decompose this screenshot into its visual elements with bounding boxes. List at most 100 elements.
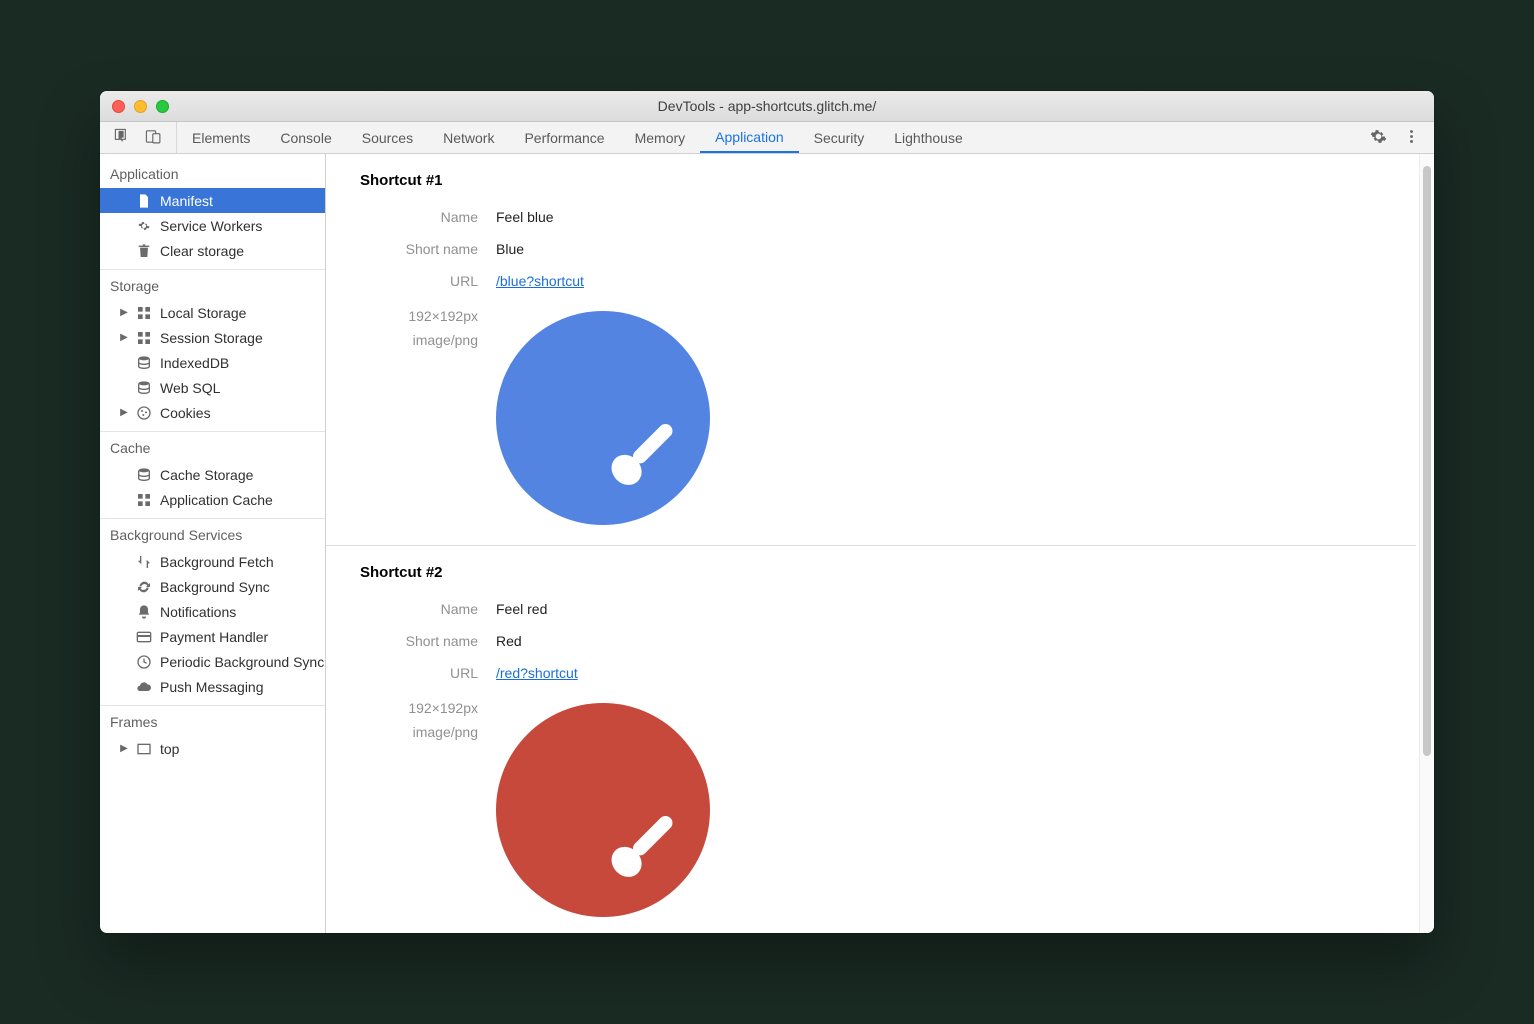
shortcut-icon-preview bbox=[496, 311, 710, 525]
shortcut-section: Shortcut #1NameFeel blueShort nameBlueUR… bbox=[326, 154, 1416, 546]
card-icon bbox=[136, 629, 152, 645]
panel-tabs: ElementsConsoleSourcesNetworkPerformance… bbox=[100, 122, 1434, 154]
icon-mime: image/png bbox=[326, 329, 478, 353]
tab-application[interactable]: Application bbox=[700, 122, 799, 153]
maximize-window-button[interactable] bbox=[156, 100, 169, 113]
sidebar-item-label: Local Storage bbox=[160, 305, 246, 321]
scrollbar[interactable] bbox=[1419, 154, 1434, 933]
more-icon[interactable] bbox=[1403, 128, 1420, 148]
cloud-icon bbox=[136, 679, 152, 695]
close-window-button[interactable] bbox=[112, 100, 125, 113]
toolbar-right bbox=[1356, 122, 1434, 153]
sidebar-item-label: Clear storage bbox=[160, 243, 244, 259]
tab-network[interactable]: Network bbox=[428, 122, 509, 153]
sidebar-item-service-workers[interactable]: ▶Service Workers bbox=[100, 213, 325, 238]
sidebar-item-clear-storage[interactable]: ▶Clear storage bbox=[100, 238, 325, 263]
sidebar-item-label: Periodic Background Sync bbox=[160, 654, 324, 670]
sidebar-item-label: Background Sync bbox=[160, 579, 270, 595]
sidebar-group-frames: Frames bbox=[100, 706, 325, 736]
settings-icon[interactable] bbox=[1370, 128, 1387, 148]
sidebar-item-label: Session Storage bbox=[160, 330, 263, 346]
label-url: URL bbox=[326, 273, 496, 289]
sidebar-item-label: Push Messaging bbox=[160, 679, 264, 695]
clock-icon bbox=[136, 654, 152, 670]
sidebar-item-label: Service Workers bbox=[160, 218, 262, 234]
shortcut-icon-preview bbox=[496, 703, 710, 917]
sidebar-group-application: Application bbox=[100, 154, 325, 188]
tab-console[interactable]: Console bbox=[265, 122, 346, 153]
expand-arrow-icon[interactable]: ▶ bbox=[120, 743, 128, 754]
fetch-icon bbox=[136, 554, 152, 570]
device-toggle-icon[interactable] bbox=[145, 128, 162, 148]
shortcut-heading: Shortcut #2 bbox=[326, 546, 1416, 595]
tab-sources[interactable]: Sources bbox=[347, 122, 428, 153]
sidebar-item-cookies[interactable]: ▶ Cookies bbox=[100, 400, 325, 425]
sidebar-item-background-fetch[interactable]: ▶Background Fetch bbox=[100, 549, 325, 574]
sidebar-item-periodic-background-sync[interactable]: ▶Periodic Background Sync bbox=[100, 649, 325, 674]
sidebar-item-local-storage[interactable]: ▶ Local Storage bbox=[100, 300, 325, 325]
sync-icon bbox=[136, 579, 152, 595]
sidebar-item-label: Payment Handler bbox=[160, 629, 268, 645]
sidebar-item-label: Notifications bbox=[160, 604, 236, 620]
main-content: Shortcut #1NameFeel blueShort nameBlueUR… bbox=[326, 154, 1434, 933]
window-title: DevTools - app-shortcuts.glitch.me/ bbox=[100, 98, 1434, 114]
expand-arrow-icon[interactable]: ▶ bbox=[120, 332, 128, 343]
sidebar-item-top[interactable]: ▶top bbox=[100, 736, 325, 761]
value-url-link[interactable]: /red?shortcut bbox=[496, 665, 578, 681]
sidebar-item-web-sql[interactable]: ▶Web SQL bbox=[100, 375, 325, 400]
inspect-element-icon[interactable] bbox=[114, 128, 131, 148]
tab-security[interactable]: Security bbox=[799, 122, 880, 153]
sidebar-item-push-messaging[interactable]: ▶Push Messaging bbox=[100, 674, 325, 699]
sidebar-item-session-storage[interactable]: ▶ Session Storage bbox=[100, 325, 325, 350]
sidebar-group-storage: Storage bbox=[100, 270, 325, 300]
database-icon bbox=[136, 380, 152, 396]
cookie-icon bbox=[136, 405, 152, 421]
gear-icon bbox=[136, 218, 152, 234]
label-short-name: Short name bbox=[326, 241, 496, 257]
sidebar-item-payment-handler[interactable]: ▶Payment Handler bbox=[100, 624, 325, 649]
label-short-name: Short name bbox=[326, 633, 496, 649]
expand-arrow-icon[interactable]: ▶ bbox=[120, 307, 128, 318]
sidebar-item-label: Application Cache bbox=[160, 492, 273, 508]
grid-icon bbox=[136, 492, 152, 508]
tab-elements[interactable]: Elements bbox=[177, 122, 265, 153]
value-short-name: Red bbox=[496, 633, 522, 649]
expand-arrow-icon[interactable]: ▶ bbox=[120, 407, 128, 418]
sidebar-item-label: Cache Storage bbox=[160, 467, 253, 483]
shortcut-heading: Shortcut #1 bbox=[326, 154, 1416, 203]
grid-icon bbox=[136, 330, 152, 346]
database-icon bbox=[136, 467, 152, 483]
sidebar-item-application-cache[interactable]: ▶Application Cache bbox=[100, 487, 325, 512]
shortcut-section: Shortcut #2 NameFeel redShort nameRedURL/… bbox=[326, 546, 1416, 917]
sidebar-item-background-sync[interactable]: ▶Background Sync bbox=[100, 574, 325, 599]
tab-performance[interactable]: Performance bbox=[509, 122, 619, 153]
sidebar-item-label: Background Fetch bbox=[160, 554, 274, 570]
icon-mime: image/png bbox=[326, 721, 478, 745]
tab-memory[interactable]: Memory bbox=[620, 122, 701, 153]
sidebar-item-manifest[interactable]: ▶Manifest bbox=[100, 188, 325, 213]
toolbar-left bbox=[100, 122, 177, 153]
value-name: Feel red bbox=[496, 601, 547, 617]
devtools-window: DevTools - app-shortcuts.glitch.me/ Elem… bbox=[100, 91, 1434, 933]
sidebar-group-cache: Cache bbox=[100, 432, 325, 462]
file-icon bbox=[136, 193, 152, 209]
titlebar: DevTools - app-shortcuts.glitch.me/ bbox=[100, 91, 1434, 122]
sidebar-item-notifications[interactable]: ▶Notifications bbox=[100, 599, 325, 624]
value-name: Feel blue bbox=[496, 209, 554, 225]
minimize-window-button[interactable] bbox=[134, 100, 147, 113]
sidebar-item-label: Manifest bbox=[160, 193, 213, 209]
sidebar-item-label: Web SQL bbox=[160, 380, 220, 396]
sidebar: Application▶Manifest▶Service Workers▶Cle… bbox=[100, 154, 326, 933]
sidebar-item-cache-storage[interactable]: ▶Cache Storage bbox=[100, 462, 325, 487]
tab-lighthouse[interactable]: Lighthouse bbox=[879, 122, 978, 153]
value-url-link[interactable]: /blue?shortcut bbox=[496, 273, 584, 289]
value-short-name: Blue bbox=[496, 241, 524, 257]
bell-icon bbox=[136, 604, 152, 620]
trash-icon bbox=[136, 243, 152, 259]
sidebar-item-indexeddb[interactable]: ▶IndexedDB bbox=[100, 350, 325, 375]
sidebar-group-background-services: Background Services bbox=[100, 519, 325, 549]
label-name: Name bbox=[326, 601, 496, 617]
icon-size: 192×192px bbox=[326, 305, 478, 329]
sidebar-item-label: Cookies bbox=[160, 405, 211, 421]
label-url: URL bbox=[326, 665, 496, 681]
